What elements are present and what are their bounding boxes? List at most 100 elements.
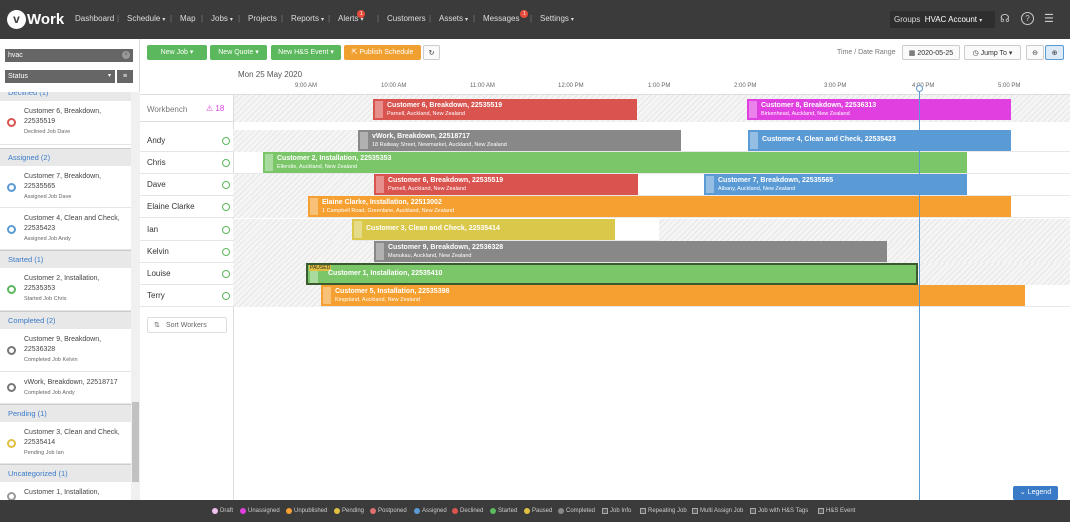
postponed-dot-icon: [370, 508, 376, 514]
nav-dashboard[interactable]: Dashboard: [75, 14, 114, 26]
job-block[interactable]: Customer 6, Breakdown, 22535519 Parnell, …: [374, 174, 638, 195]
nav-jobs[interactable]: Jobs ▾: [211, 14, 233, 26]
job-title: Customer 2, Installation, 22535353: [277, 155, 392, 162]
clear-search-icon[interactable]: ×: [122, 51, 130, 59]
status-filter-select[interactable]: Status ▾: [5, 70, 115, 83]
nav-assets[interactable]: Assets ▾: [439, 14, 468, 26]
legend-multi-assign-job: Multi Assign Job: [692, 508, 743, 514]
job-block[interactable]: Customer 9, Breakdown, 22536328 Manukau, …: [374, 241, 887, 262]
button-label: New H&S Event: [278, 49, 329, 56]
button-label: New Quote: [218, 49, 254, 56]
worker-row-ian[interactable]: Ian: [140, 219, 233, 241]
chevron-down-icon: ▾: [979, 18, 983, 24]
group-pending[interactable]: Pending (1): [0, 404, 131, 422]
list-item[interactable]: Customer 1, Installation,: [0, 482, 131, 500]
worker-row-dave[interactable]: Dave: [140, 174, 233, 196]
hamburger-menu-icon[interactable]: ☰: [1044, 12, 1054, 25]
unavailable-period: [233, 219, 352, 241]
current-time-marker-icon[interactable]: [916, 85, 923, 92]
legend-declined: Declined: [452, 508, 483, 514]
job-address: Ellerslie, Auckland, New Zealand: [277, 164, 358, 170]
group-started[interactable]: Started (1): [0, 250, 131, 268]
worker-row-chris[interactable]: Chris: [140, 152, 233, 174]
worker-row-louise[interactable]: Louise: [140, 263, 233, 285]
job-block[interactable]: Customer 6, Breakdown, 22535519 Parnell, …: [373, 99, 637, 120]
drag-handle[interactable]: [376, 176, 384, 193]
drag-handle[interactable]: [376, 243, 384, 260]
job-block[interactable]: Customer 2, Installation, 22535353 Ellers…: [263, 152, 967, 173]
legend-job-info: Job Info: [602, 508, 631, 514]
drag-handle[interactable]: [354, 221, 362, 238]
drag-handle[interactable]: [750, 132, 758, 149]
job-block[interactable]: PAUSED Customer 1, Installation, 22535410: [306, 263, 918, 285]
drag-handle[interactable]: [323, 287, 331, 304]
nav-schedule[interactable]: Schedule ▾: [127, 14, 165, 26]
worker-row-kelvin[interactable]: Kelvin: [140, 241, 233, 263]
nav-messages[interactable]: Messages 1: [483, 10, 529, 26]
drag-handle[interactable]: [706, 176, 714, 193]
job-title: Customer 3, Clean and Check, 22535414: [24, 429, 120, 446]
zoom-in-button[interactable]: ⊕: [1045, 45, 1064, 60]
nav-projects[interactable]: Projects: [248, 14, 277, 26]
date-picker[interactable]: ▦ 2020-05-25: [902, 45, 960, 60]
nav-customers[interactable]: Customers: [387, 14, 426, 26]
lane-chris: Customer 2, Installation, 22535353 Ellers…: [233, 152, 1070, 174]
nav-map[interactable]: Map: [180, 14, 196, 26]
calendar-icon: ▦: [908, 50, 916, 57]
zoom-out-icon: ⊖: [1032, 50, 1038, 57]
job-block[interactable]: Elaine Clarke, Installation, 22513002 1 C…: [308, 196, 1011, 217]
job-block[interactable]: Customer 3, Clean and Check, 22535414: [352, 219, 615, 240]
legend-toggle-button[interactable]: ⌄ Legend: [1013, 486, 1058, 500]
group-completed[interactable]: Completed (2): [0, 311, 131, 329]
drag-handle[interactable]: [375, 101, 383, 118]
nav-alerts[interactable]: Alerts ▾ 1: [338, 10, 366, 26]
new-hs-event-button[interactable]: New H&S Event ▾: [271, 45, 341, 60]
list-item[interactable]: vWork, Breakdown, 22518717 Completed Job…: [0, 372, 131, 404]
worker-row-terry[interactable]: Terry: [140, 285, 233, 307]
drag-handle[interactable]: [749, 101, 757, 118]
new-quote-button[interactable]: New Quote ▾: [210, 45, 267, 60]
job-block[interactable]: vWork, Breakdown, 22518717 18 Railway Str…: [358, 130, 681, 151]
headset-icon[interactable]: ☊: [1000, 12, 1010, 25]
drag-handle[interactable]: [310, 198, 318, 215]
publish-schedule-button[interactable]: ⇱ Publish Schedule: [344, 45, 421, 60]
job-block[interactable]: Customer 8, Breakdown, 22536313 Birkenhea…: [747, 99, 1011, 120]
top-navbar: v Work Dashboard | Schedule ▾ | Map | Jobs…: [0, 0, 1070, 39]
list-item[interactable]: Customer 7, Breakdown, 22535565 Assigned…: [0, 166, 131, 208]
nav-separator: |: [429, 14, 432, 23]
list-item[interactable]: Customer 3, Clean and Check, 22535414 Pe…: [0, 422, 131, 464]
zoom-out-button[interactable]: ⊖: [1026, 45, 1044, 60]
account-selector[interactable]: Groups HVAC Account ▾: [890, 11, 995, 28]
group-uncategorized[interactable]: Uncategorized (1): [0, 464, 131, 482]
new-job-button[interactable]: New Job ▾: [147, 45, 207, 60]
nav-settings[interactable]: Settings ▾: [540, 14, 574, 26]
sidebar-scrollbar[interactable]: [131, 92, 140, 500]
refresh-button[interactable]: ↻: [423, 45, 440, 60]
job-search-input[interactable]: hvac ×: [5, 49, 133, 62]
help-icon[interactable]: ?: [1021, 12, 1034, 25]
drag-handle[interactable]: [265, 154, 273, 171]
scrollbar-thumb[interactable]: [132, 402, 139, 482]
list-item[interactable]: Customer 6, Breakdown, 22535519 Declined…: [0, 101, 131, 145]
list-item[interactable]: Customer 2, Installation, 22535353 Start…: [0, 268, 131, 311]
job-block[interactable]: Customer 4, Clean and Check, 22535423: [748, 130, 1011, 151]
group-assigned[interactable]: Assigned (2): [0, 148, 131, 166]
worker-row-elaine-clarke[interactable]: Elaine Clarke: [140, 196, 233, 218]
list-item[interactable]: Customer 4, Clean and Check, 22535423 As…: [0, 208, 131, 250]
nav-label: Reports: [291, 14, 320, 23]
nav-reports[interactable]: Reports ▾: [291, 14, 324, 26]
worker-row-andy[interactable]: Andy: [140, 130, 233, 152]
job-address: 18 Railway Street, Newmarket, Auckland, …: [372, 142, 507, 148]
drag-handle[interactable]: [360, 132, 368, 149]
list-item[interactable]: Customer 9, Breakdown, 22536328 Complete…: [0, 329, 131, 372]
job-address: 1 Campbell Road, Greenlane, Auckland, Ne…: [322, 208, 455, 214]
vwork-logo[interactable]: v Work: [7, 9, 64, 29]
group-declined[interactable]: Declined (1): [0, 92, 131, 101]
jump-to-dropdown[interactable]: ◷ Jump To ▾: [964, 45, 1021, 60]
nav-separator: |: [201, 14, 204, 23]
job-block[interactable]: Customer 7, Breakdown, 22535565 Albany, A…: [704, 174, 967, 195]
filter-options-button[interactable]: ≡: [117, 70, 133, 83]
worker-name: Louise: [147, 269, 171, 278]
time-date-range-link[interactable]: Time / Date Range: [837, 49, 896, 56]
sort-workers-button[interactable]: ⇅ Sort Workers: [147, 317, 227, 333]
